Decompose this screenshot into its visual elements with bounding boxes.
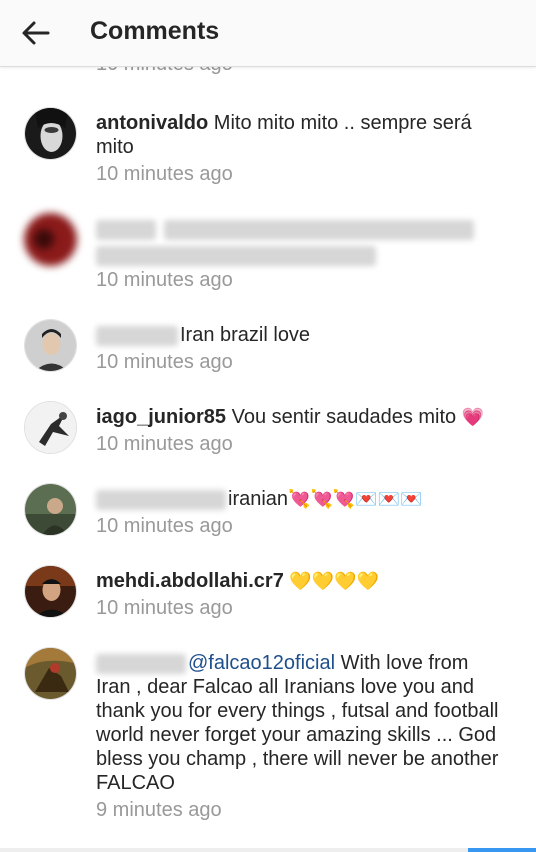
comment-body: Iran brazil love [180,324,311,346]
comment-text: mehdi.abdollahi.cr7 💛💛💛💛 [96,569,506,593]
comment-text [96,217,506,266]
blurred-username [96,219,156,240]
avatar[interactable] [24,401,77,454]
comment-timestamp: 10 minutes ago [96,597,233,619]
comment-body: Vou sentir saudades mito [226,406,462,428]
comment-timestamp: 10 minutes ago [96,67,233,76]
mention-link[interactable]: @falcao12oficial [188,652,335,674]
back-arrow-icon[interactable] [18,18,54,48]
avatar[interactable] [24,565,77,618]
avatar[interactable] [24,647,77,700]
scroll-indicator [468,848,536,852]
heart-letter-emoji-icon: 💘💘💘💌💌💌 [288,489,423,509]
blurred-username [96,489,226,510]
avatar[interactable] [24,483,77,536]
comment-text: iranian💘💘💘💌💌💌 [96,487,506,511]
app-header: Comments [0,0,536,67]
comment-username[interactable]: iago_junior85 [96,406,226,428]
avatar[interactable] [24,107,77,160]
comment-timestamp: 10 minutes ago [96,515,233,537]
comment-text: Iran brazil love [96,323,506,347]
comment-timestamp: 10 minutes ago [96,433,233,455]
blurred-username [96,653,186,674]
page-title: Comments [90,17,220,45]
comment-text: iago_junior85 Vou sentir saudades mito 💗 [96,405,506,429]
blurred-username [96,325,178,346]
blurred-comment-text [96,245,376,266]
comment-username[interactable]: mehdi.abdollahi.cr7 [96,570,284,592]
comments-list[interactable]: 10 minutes ago antonivaldo Mito mito mit… [0,67,536,852]
bottom-divider [0,848,536,852]
comment-timestamp: 10 minutes ago [96,269,233,291]
comment-text: antonivaldo Mito mito mito .. sempre ser… [96,111,506,159]
comment-timestamp: 10 minutes ago [96,163,233,185]
avatar[interactable] [24,319,77,372]
blurred-comment-text [163,219,474,240]
comment-timestamp: 9 minutes ago [96,799,222,821]
comment-username[interactable]: antonivaldo [96,112,208,134]
comment-body: iranian [228,488,289,510]
comment-timestamp: 10 minutes ago [96,351,233,373]
comment-text: @falcao12oficial With love from Iran , d… [96,651,506,795]
yellow-heart-emoji-icon: 💛💛💛💛 [289,571,380,591]
heart-emoji-icon: 💗 [461,407,485,427]
avatar[interactable] [24,213,77,266]
